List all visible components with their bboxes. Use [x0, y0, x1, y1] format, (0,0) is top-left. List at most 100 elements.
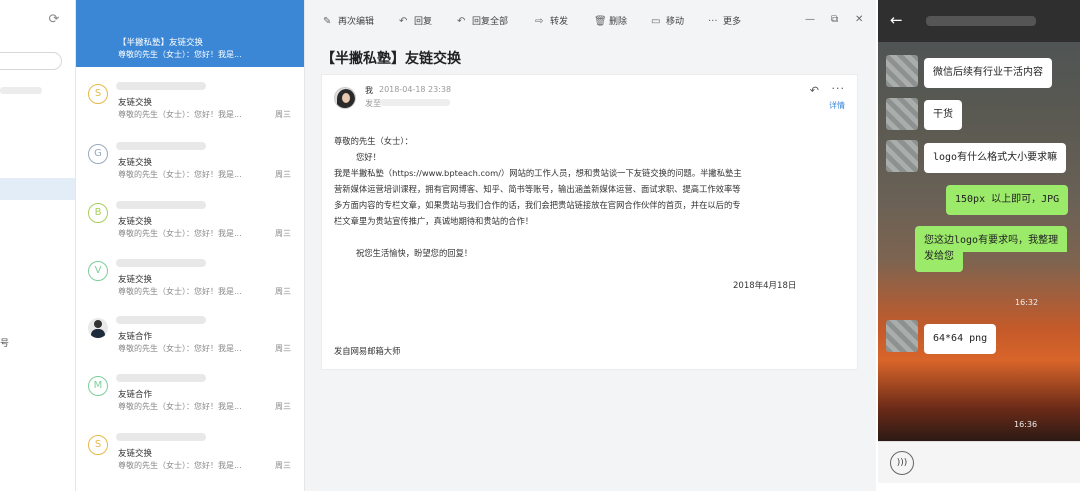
sender-avatar: M — [88, 376, 108, 396]
contact-name — [926, 16, 1036, 26]
reply-icon: ↶ — [399, 16, 408, 27]
more-icon: ··· — [708, 16, 718, 27]
reply-label: 回复 — [414, 17, 433, 27]
chat-message: 发给您 — [915, 248, 963, 272]
mail-preview: 尊敬的先生（女士）：您好！我是... — [118, 170, 242, 179]
chat-message: 微信后续有行业干活内容 — [924, 58, 1052, 88]
mail-day: 周三 — [275, 461, 291, 470]
mail-body: 尊敬的先生（女士）： 您好！ 我是半撇私塾（https://www.bpteac… — [334, 133, 849, 261]
mail-preview: 尊敬的先生（女士）：您好！我是... — [118, 50, 242, 59]
edit-icon: ✎ — [323, 16, 332, 27]
account-label — [0, 87, 42, 94]
trash-icon: 🗑 — [594, 16, 607, 27]
mail-day: 周三 — [275, 170, 291, 179]
sender-avatar: B — [88, 203, 108, 223]
more-icon[interactable]: ··· — [832, 82, 846, 95]
mail-list-item[interactable]: 【半撇私塾】友链交换 尊敬的先生（女士）：您好！我是... — [76, 0, 304, 67]
sender-name — [116, 374, 206, 382]
mail-list-item[interactable]: V 友链交换 尊敬的先生（女士）：您好！我是... 周三 — [76, 253, 304, 311]
mail-day: 周三 — [275, 287, 291, 296]
sender-avatar-photo — [88, 318, 108, 338]
sender-avatar: S — [88, 84, 108, 104]
recipient-label: 发至 — [365, 99, 381, 108]
sender-avatar-photo — [334, 87, 356, 109]
sender-name — [116, 433, 206, 441]
mail-list: 【半撇私塾】友链交换 尊敬的先生（女士）：您好！我是... S 友链交换 尊敬的… — [76, 0, 305, 491]
chat-message: 150px 以上即可，JPG — [946, 185, 1069, 215]
forward-button[interactable]: ⇨ 转发 — [535, 14, 568, 27]
mail-preview: 尊敬的先生（女士）：您好！我是... — [118, 402, 242, 411]
mail-subject: 友链交换 — [118, 275, 153, 285]
sender-name — [116, 316, 206, 324]
sidebar-item-active[interactable] — [0, 178, 75, 200]
folder-sidebar: ⟳ 号 — [0, 0, 76, 491]
mail-list-item[interactable]: G 友链交换 尊敬的先生（女士）：您好！我是... 周三 — [76, 136, 304, 194]
chat-header: ← — [878, 0, 1080, 42]
mail-subject: 友链合作 — [118, 390, 153, 400]
mail-hello: 您好！ — [356, 152, 381, 162]
mail-title: 【半撇私塾】友链交换 — [321, 51, 461, 67]
detail-link[interactable]: 详情 — [829, 100, 845, 111]
contact-avatar — [886, 55, 918, 87]
chat-message: logo有什么格式大小要求嘛 — [924, 143, 1067, 173]
folder-move-icon: ▭ — [651, 16, 661, 27]
mail-preview: 尊敬的先生（女士）：您好！我是... — [118, 110, 242, 119]
search-input[interactable] — [0, 52, 62, 70]
sender-avatar: S — [88, 435, 108, 455]
sender-avatar: V — [88, 261, 108, 281]
mail-preview: 尊敬的先生（女士）：您好！我是... — [118, 461, 242, 470]
reedit-button[interactable]: ✎ 再次编辑 — [323, 14, 374, 27]
sender-name — [116, 82, 206, 90]
mail-list-item[interactable]: S 友链交换 尊敬的先生（女士）：您好！我是... 周三 — [76, 427, 304, 485]
forward-icon: ⇨ — [535, 16, 544, 27]
chat-screenshot: ← 微信后续有行业干活内容 干货 logo有什么格式大小要求嘛 150px 以上… — [878, 0, 1080, 491]
reply-all-button[interactable]: ↶ 回复全部 — [457, 14, 508, 27]
reply-button[interactable]: ↶ 回复 — [399, 14, 432, 27]
voice-icon[interactable]: ))) — [890, 451, 914, 475]
mail-toolbar: ✎ 再次编辑 ↶ 回复 ↶ 回复全部 ⇨ 转发 🗑 删除 ▭ 移动 ··· 更多 — ⧉ ✕ — [305, 0, 876, 42]
minimize-button[interactable]: — — [805, 14, 815, 25]
sender-name — [116, 201, 206, 209]
chat-timestamp: 16:32 — [1015, 298, 1039, 307]
mail-day: 周三 — [275, 229, 291, 238]
maximize-button[interactable]: ⧉ — [831, 14, 838, 25]
contact-avatar — [886, 320, 918, 352]
back-arrow-icon[interactable]: ← — [890, 12, 903, 28]
reply-all-icon: ↶ — [457, 16, 466, 27]
move-button[interactable]: ▭ 移动 — [651, 14, 684, 27]
sender-name: 我 — [365, 86, 373, 95]
mail-subject: 友链交换 — [118, 449, 153, 459]
chat-message: 干货 — [924, 100, 962, 130]
mail-list-item[interactable]: B 友链交换 尊敬的先生（女士）：您好！我是... 周三 — [76, 195, 304, 253]
mail-list-item[interactable]: S 友链交换 尊敬的先生（女士）：您好！我是... 周三 — [76, 76, 304, 134]
mail-subject: 友链合作 — [118, 332, 153, 342]
contact-avatar — [886, 98, 918, 130]
mail-subject: 友链交换 — [118, 217, 153, 227]
sender-name — [116, 259, 206, 267]
mail-reader: ✎ 再次编辑 ↶ 回复 ↶ 回复全部 ⇨ 转发 🗑 删除 ▭ 移动 ··· 更多 — ⧉ ✕ … — [305, 0, 876, 491]
mail-greeting: 尊敬的先生（女士）： — [334, 136, 413, 146]
chat-message: 64*64 png — [924, 324, 997, 354]
refresh-icon[interactable]: ⟳ — [46, 12, 62, 28]
delete-button[interactable]: 🗑 删除 — [594, 14, 627, 27]
mail-preview: 尊敬的先生（女士）：您好！我是... — [118, 287, 242, 296]
move-label: 移动 — [666, 17, 685, 27]
mail-list-item[interactable]: M 友链合作 尊敬的先生（女士）：您好！我是... 周三 — [76, 368, 304, 426]
mail-body-line: 我是半撇私塾（https://www.bpteach.com/）网站的工作人员，… — [334, 168, 742, 178]
close-button[interactable]: ✕ — [855, 14, 863, 25]
mail-body-line: 多方面内容的专栏文章，如果贵站与我们合作的话，我们会把贵站链接放在官网合作伙伴的… — [334, 200, 741, 210]
recipient-address — [380, 99, 450, 106]
more-button[interactable]: ··· 更多 — [708, 14, 741, 27]
mail-footer-signature: 发自网易邮箱大师 — [334, 346, 401, 356]
sender-avatar: G — [88, 144, 108, 164]
mail-subject: 友链交换 — [118, 158, 153, 168]
forward-label: 转发 — [550, 17, 569, 27]
mail-body-line: 营新媒体运营培训课程，拥有官网博客、知乎、简书等账号，输出涵盖新媒体运营、面试求… — [334, 184, 741, 194]
reply-icon[interactable]: ↶ — [810, 84, 819, 97]
mail-list-item[interactable]: 友链合作 尊敬的先生（女士）：您好！我是... 周三 — [76, 310, 304, 368]
sender-name — [116, 142, 206, 150]
mail-day: 周三 — [275, 110, 291, 119]
chat-input-bar: ))) — [878, 441, 1080, 483]
mail-subject: 友链交换 — [118, 98, 153, 108]
mail-content-card: 我 2018-04-18 23:38 发至 ↶ ··· 详情 尊敬的先生（女士）… — [321, 74, 858, 370]
